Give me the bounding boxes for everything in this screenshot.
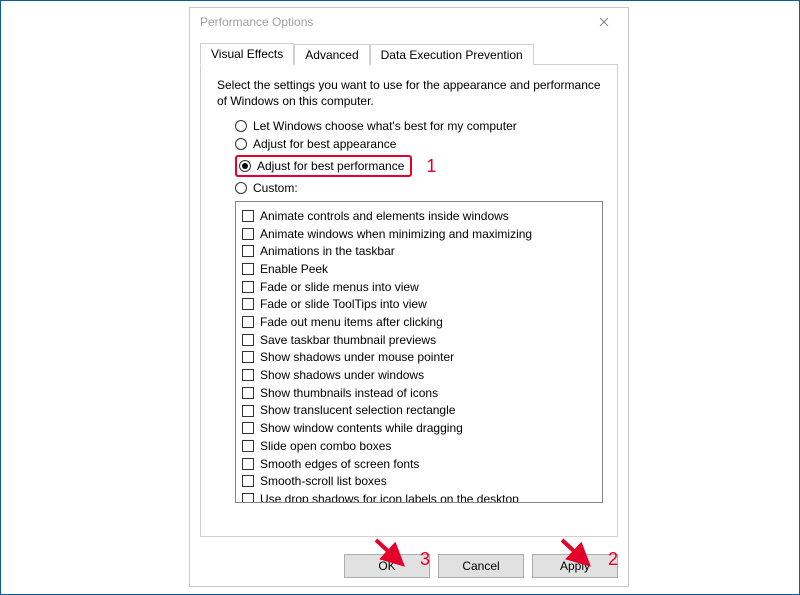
intro-text: Select the settings you want to use for … [217,77,605,109]
list-item[interactable]: Slide open combo boxes [242,438,596,454]
radio-icon [239,160,251,172]
list-item[interactable]: Smooth-scroll list boxes [242,473,596,489]
apply-button[interactable]: Apply [532,554,618,578]
list-item[interactable]: Fade or slide ToolTips into view [242,296,596,312]
checkbox-icon [242,475,254,487]
tabstrip: Visual Effects Advanced Data Execution P… [200,42,618,65]
checkbox-label: Smooth edges of screen fonts [260,456,419,472]
checkbox-label: Show thumbnails instead of icons [260,385,438,401]
checkbox-label: Use drop shadows for icon labels on the … [260,491,519,504]
list-item[interactable]: Show shadows under mouse pointer [242,349,596,365]
list-item[interactable]: Animations in the taskbar [242,243,596,259]
checkbox-label: Fade or slide menus into view [260,279,419,295]
checkbox-label: Show translucent selection rectangle [260,402,455,418]
checkbox-label: Smooth-scroll list boxes [260,473,387,489]
checkbox-icon [242,422,254,434]
cancel-button[interactable]: Cancel [438,554,524,578]
checkbox-icon [242,493,254,503]
tab-label: Advanced [305,48,358,62]
performance-options-dialog: Performance Options Visual Effects Advan… [189,7,629,587]
checkbox-icon [242,351,254,363]
ok-button[interactable]: OK [344,554,430,578]
checkbox-label: Enable Peek [260,261,328,277]
radio-label: Let Windows choose what's best for my co… [253,119,517,133]
annotation-highlight-step1: Adjust for best performance [235,155,412,177]
list-item[interactable]: Use drop shadows for icon labels on the … [242,491,596,504]
tab-advanced[interactable]: Advanced [294,44,369,65]
checkbox-label: Slide open combo boxes [260,438,391,454]
list-item[interactable]: Fade out menu items after clicking [242,314,596,330]
list-item[interactable]: Animate controls and elements inside win… [242,208,596,224]
checkbox-icon [242,387,254,399]
checkbox-label: Fade out menu items after clicking [260,314,443,330]
radio-icon [235,182,247,194]
window-title: Performance Options [200,15,584,29]
checkbox-icon [242,334,254,346]
checkbox-label: Animations in the taskbar [260,243,395,259]
checkbox-icon [242,228,254,240]
radio-label: Custom: [253,181,298,195]
close-icon [599,17,609,27]
list-item[interactable]: Enable Peek [242,261,596,277]
list-item[interactable]: Show translucent selection rectangle [242,402,596,418]
radio-label: Adjust for best performance [257,159,404,173]
tab-label: Visual Effects [211,47,283,61]
checkbox-icon [242,369,254,381]
checkbox-icon [242,316,254,328]
radio-best-performance[interactable]: Adjust for best performance [239,159,404,173]
checkbox-icon [242,245,254,257]
titlebar: Performance Options [190,8,628,36]
dialog-button-row: OK Cancel Apply [344,554,618,578]
checkbox-label: Fade or slide ToolTips into view [260,296,427,312]
radio-icon [235,120,247,132]
checkbox-icon [242,298,254,310]
checkbox-label: Show shadows under mouse pointer [260,349,454,365]
tab-panel-visual-effects: Select the settings you want to use for … [200,65,618,537]
checkbox-label: Save taskbar thumbnail previews [260,332,436,348]
checkbox-label: Animate windows when minimizing and maxi… [260,226,532,242]
annotation-number-2: 2 [608,549,618,570]
button-label: Cancel [462,559,499,573]
checkbox-icon [242,281,254,293]
list-item[interactable]: Smooth edges of screen fonts [242,456,596,472]
radio-custom[interactable]: Custom: [235,181,605,195]
list-item[interactable]: Show window contents while dragging [242,420,596,436]
checkbox-label: Animate controls and elements inside win… [260,208,509,224]
checkbox-icon [242,440,254,452]
checkbox-label: Show shadows under windows [260,367,424,383]
list-item[interactable]: Fade or slide menus into view [242,279,596,295]
radio-let-windows-choose[interactable]: Let Windows choose what's best for my co… [235,119,605,133]
radio-icon [235,138,247,150]
tab-label: Data Execution Prevention [381,48,523,62]
close-button[interactable] [584,10,624,34]
button-label: Apply [560,559,590,573]
tab-visual-effects[interactable]: Visual Effects [200,43,294,65]
button-label: OK [378,559,395,573]
checkbox-label: Show window contents while dragging [260,420,463,436]
tab-data-execution-prevention[interactable]: Data Execution Prevention [370,44,534,65]
checkbox-icon [242,263,254,275]
radio-best-appearance[interactable]: Adjust for best appearance [235,137,605,151]
list-item[interactable]: Show shadows under windows [242,367,596,383]
checkbox-icon [242,405,254,417]
checkbox-icon [242,458,254,470]
radio-label: Adjust for best appearance [253,137,396,151]
visual-effects-checklist[interactable]: Animate controls and elements inside win… [235,201,603,503]
visual-effects-radio-group: Let Windows choose what's best for my co… [235,119,605,195]
annotation-number-1: 1 [426,156,436,177]
list-item[interactable]: Animate windows when minimizing and maxi… [242,226,596,242]
list-item[interactable]: Save taskbar thumbnail previews [242,332,596,348]
list-item[interactable]: Show thumbnails instead of icons [242,385,596,401]
annotation-number-3: 3 [420,549,430,570]
checkbox-icon [242,210,254,222]
